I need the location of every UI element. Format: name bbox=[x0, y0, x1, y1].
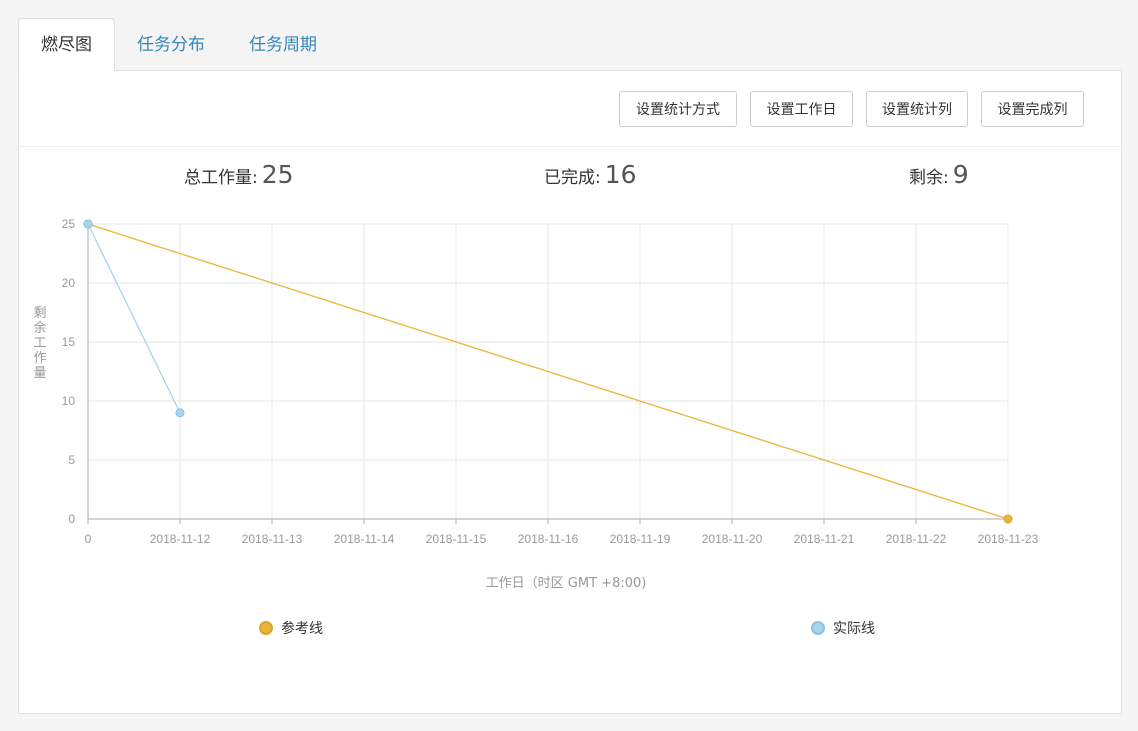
y-tick-label: 15 bbox=[62, 335, 76, 349]
x-tick-label: 2018-11-12 bbox=[150, 532, 211, 546]
y-tick-label: 5 bbox=[68, 453, 75, 467]
x-tick-label: 2018-11-15 bbox=[426, 532, 487, 546]
x-tick-label: 2018-11-13 bbox=[242, 532, 303, 546]
series-point-reference bbox=[1003, 514, 1013, 524]
x-tick-label: 2018-11-23 bbox=[978, 532, 1039, 546]
legend-marker-actual bbox=[811, 621, 825, 635]
y-tick-label: 25 bbox=[62, 217, 76, 231]
tab-burndown[interactable]: 燃尽图 bbox=[18, 18, 115, 71]
legend-label-reference: 参考线 bbox=[281, 621, 323, 637]
series-line-actual bbox=[87, 223, 181, 414]
y-axis-title-char: 剩 bbox=[33, 306, 46, 321]
y-tick-label: 10 bbox=[62, 394, 76, 408]
x-tick-label: 2018-11-20 bbox=[702, 532, 763, 546]
x-tick-label: 2018-11-19 bbox=[610, 532, 671, 546]
x-tick-label: 0 bbox=[85, 532, 92, 546]
x-axis-title: 工作日（时区 GMT +8:00) bbox=[486, 576, 647, 591]
burndown-chart: 0 5 10 15 20 25 0 2018-11-12 2018-11-13 2018-11-1… bbox=[33, 217, 1039, 591]
series-point-actual bbox=[83, 219, 93, 229]
legend-item-actual[interactable]: 实际线 bbox=[811, 618, 875, 638]
legend-label-actual: 实际线 bbox=[833, 621, 875, 637]
y-axis-title-char: 工 bbox=[33, 336, 46, 351]
y-tick-label: 20 bbox=[62, 276, 76, 290]
series-point-actual bbox=[175, 408, 185, 418]
y-axis-title-char: 余 bbox=[33, 320, 46, 336]
x-tick-label: 2018-11-14 bbox=[334, 532, 395, 546]
x-tick-label: 2018-11-16 bbox=[518, 532, 579, 546]
y-axis-title-char: 量 bbox=[33, 366, 46, 381]
legend-marker-reference bbox=[259, 621, 273, 635]
x-tick-label: 2018-11-22 bbox=[886, 532, 947, 546]
x-tick-label: 2018-11-21 bbox=[794, 532, 855, 546]
y-tick-label: 0 bbox=[68, 512, 75, 526]
y-axis-title-char: 作 bbox=[33, 351, 46, 366]
legend-item-reference[interactable]: 参考线 bbox=[259, 618, 323, 638]
